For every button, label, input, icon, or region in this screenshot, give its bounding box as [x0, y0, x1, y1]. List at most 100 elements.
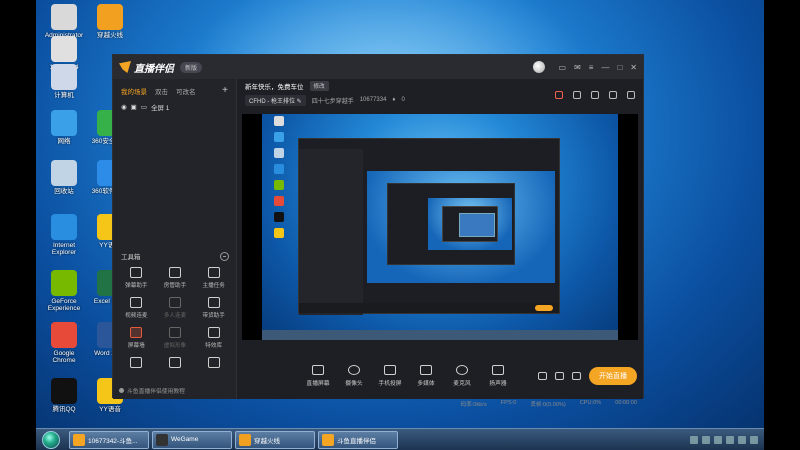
toolbox-item[interactable]: 视频连麦 — [117, 297, 156, 319]
nested-window-1 — [298, 138, 560, 315]
taskbar-item[interactable]: 10677342-斗鱼... — [69, 430, 149, 449]
link-icon[interactable] — [591, 91, 599, 99]
desktop-icon[interactable]: Administrator — [42, 4, 86, 39]
visibility-icon[interactable]: ◉ — [121, 103, 127, 111]
tool-label: 多人连麦 — [163, 313, 187, 319]
tutorial-link[interactable]: 斗鱼直播伴侣使用教程 — [119, 386, 185, 395]
scene-item[interactable]: ◉ ▣ ▭ 全屏 1 — [113, 100, 236, 114]
volume-icon[interactable] — [738, 435, 746, 444]
desktop-icon-label: YY语音 — [99, 406, 121, 413]
system-tray — [690, 435, 764, 444]
desktop-icon-label: GeForce Experience — [47, 298, 81, 313]
notification-icon[interactable] — [609, 91, 617, 99]
avatar[interactable] — [532, 61, 545, 73]
add-scene-icon[interactable]: + — [222, 85, 228, 96]
preview-toggle-icon[interactable] — [555, 372, 564, 380]
taskbar-app-icon — [322, 433, 334, 446]
category-label: CFHD - 枪王排位 — [249, 98, 295, 105]
toolbox-item[interactable]: 虚拟形象 — [156, 327, 195, 349]
source-control-label: 手机投屏 — [378, 381, 402, 387]
toolbox-title: 工具箱 — [121, 254, 141, 261]
desktop-icon[interactable]: GeForce Experience — [42, 270, 86, 313]
desktop-icon[interactable]: 穿越火线 — [88, 4, 132, 39]
network-icon[interactable] — [750, 435, 758, 444]
tab-my-scene[interactable]: 我的场景 — [121, 86, 147, 96]
share-icon[interactable] — [627, 91, 635, 99]
toolbox-item[interactable]: 多人连麦 — [156, 297, 195, 319]
edit-title-button[interactable]: 修改 — [309, 81, 329, 91]
record-icon[interactable] — [555, 91, 563, 99]
right-controls: 开始直播 — [538, 367, 637, 385]
source-control[interactable]: 多媒体 — [409, 365, 443, 387]
desktop-app-icon — [51, 64, 77, 90]
source-control-icon — [312, 365, 324, 375]
desktop-icon[interactable]: 腾讯QQ — [42, 378, 86, 413]
taskbar-item[interactable]: 斗鱼直播伴侣 — [318, 430, 398, 449]
close-icon[interactable]: ✕ — [630, 63, 637, 72]
settings-icon[interactable] — [572, 372, 581, 380]
tray-icon[interactable] — [714, 435, 722, 444]
tray-icon[interactable] — [702, 435, 710, 444]
feedback-icon[interactable]: ✉ — [574, 63, 581, 72]
desktop-icon-label: 网络 — [57, 138, 71, 145]
tool-icon — [207, 357, 220, 368]
source-control[interactable]: 麦克风 — [445, 365, 479, 387]
tool-icon — [130, 327, 143, 338]
category-chip[interactable]: CFHD - 枪王排位 ✎ — [245, 94, 306, 106]
desktop-icon[interactable]: 计算机 — [42, 64, 86, 99]
collapse-icon[interactable] — [220, 251, 229, 261]
maximize-icon[interactable]: □ — [617, 63, 622, 72]
lock-icon[interactable]: ▣ — [131, 103, 137, 111]
toolbox-item[interactable]: 屏幕墙 — [117, 327, 156, 349]
desktop-app-icon — [51, 160, 77, 186]
desktop-icon[interactable]: Google Chrome — [42, 322, 86, 365]
source-control[interactable]: 手机投屏 — [373, 365, 407, 387]
source-control[interactable]: 直播屏幕 — [301, 365, 335, 387]
taskbar-item[interactable]: WeGame — [152, 430, 232, 449]
toolbox-item[interactable] — [156, 357, 195, 371]
start-live-button[interactable]: 开始直播 — [589, 367, 637, 385]
start-button[interactable] — [36, 430, 66, 450]
monitor-icon: ▭ — [140, 104, 147, 111]
scene-label: 全屏 1 — [150, 105, 170, 112]
minimize-icon[interactable]: — — [601, 63, 609, 72]
brand-mark-icon — [119, 61, 131, 73]
tool-label: 带货助手 — [202, 313, 225, 319]
tool-icon — [130, 267, 143, 278]
tray-icon[interactable] — [690, 435, 698, 444]
desktop-icon[interactable]: 网络 — [42, 110, 86, 145]
camera-settings-icon[interactable] — [538, 372, 547, 380]
stream-preview[interactable] — [242, 114, 638, 340]
toolbox-item[interactable]: 房管助手 — [156, 267, 195, 289]
tool-label: 主播任务 — [202, 283, 225, 289]
tab-rename[interactable]: 可改名 — [176, 86, 196, 96]
source-control[interactable]: 扬声器 — [481, 365, 515, 387]
source-control[interactable]: 摄像头 — [337, 365, 371, 387]
source-controls: 直播屏幕 摄像头 手机投屏 多媒体 麦克风 扬声器 开始直播 — [237, 361, 643, 391]
heat-icon: ♦ — [392, 97, 396, 103]
tool-icon — [168, 357, 181, 368]
version-badge[interactable]: 新版 — [180, 61, 203, 73]
toolbox-item[interactable]: 弹幕助手 — [117, 267, 156, 289]
menu-icon[interactable]: ≡ — [589, 63, 594, 72]
message-icon[interactable]: ▭ — [559, 63, 567, 72]
toolbox-item[interactable] — [194, 357, 233, 371]
tray-icon[interactable] — [726, 435, 734, 444]
toolbox-item[interactable]: 主播任务 — [194, 267, 233, 289]
desktop-app-icon — [51, 270, 77, 296]
desktop-icon[interactable]: Internet Explorer — [42, 214, 86, 257]
taskbar-item-label: WeGame — [171, 436, 199, 443]
taskbar-app-icon — [73, 433, 85, 446]
tool-label: 房管助手 — [163, 283, 187, 289]
taskbar-item[interactable]: 穿越火线 — [235, 430, 315, 449]
toolbox-item[interactable] — [117, 357, 156, 371]
tool-icon — [207, 297, 220, 308]
taskbar: 10677342-斗鱼... WeGame 穿越火线 斗鱼直播伴侣 — [36, 428, 764, 450]
status-metric: 00:00:00 — [615, 400, 637, 406]
toolbox-item[interactable]: 带货助手 — [194, 297, 233, 319]
lock-screen-icon[interactable] — [573, 91, 581, 99]
toolbox-item[interactable]: 特效库 — [194, 327, 233, 349]
app-logo: 直播伴侣 — [119, 60, 174, 75]
tab-double-click[interactable]: 双击 — [155, 86, 168, 96]
desktop-icon[interactable]: 回收站 — [42, 160, 86, 195]
